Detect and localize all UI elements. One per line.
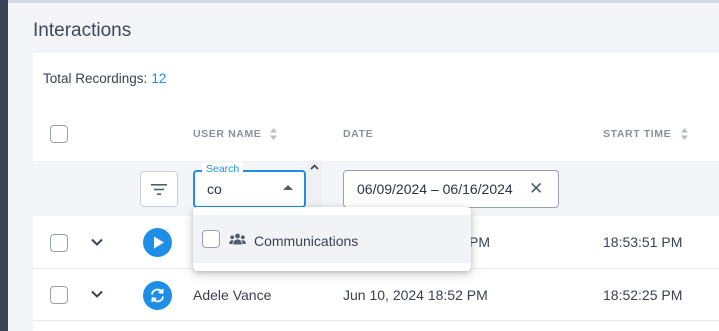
select-all-checkbox[interactable] [50,125,68,143]
play-button[interactable] [143,228,172,257]
total-recordings: Total Recordings: 12 [43,71,166,86]
left-rail [0,0,8,331]
chevron-down-icon[interactable] [90,237,104,247]
option-checkbox[interactable] [202,230,220,248]
total-recordings-label: Total Recordings: [43,71,148,86]
cell-date: Jun 10, 2024 18:52 PM [343,287,488,303]
column-header-date[interactable]: DATE [343,128,373,140]
cell-start-time: 18:53:51 PM [603,234,683,250]
play-icon [154,236,164,249]
top-border [8,0,719,3]
row-checkbox[interactable] [50,286,68,304]
cell-start-time: 18:52:25 PM [603,287,683,303]
sync-button[interactable] [143,281,172,310]
group-icon [229,233,246,245]
caret-up-icon[interactable] [283,185,293,190]
chevron-down-icon[interactable] [90,289,104,299]
total-recordings-count[interactable]: 12 [151,71,166,86]
row-divider [33,320,719,321]
column-header-user-name[interactable]: USER NAME [193,128,261,140]
scroll-up-arrow-icon[interactable] [310,164,319,170]
cell-user-name: Adele Vance [193,287,272,303]
cell-date: PM [469,234,490,250]
search-value[interactable]: co [207,181,222,197]
row-checkbox[interactable] [50,234,68,252]
sync-icon [151,288,164,303]
search-dropdown: Communications [193,207,471,271]
filter-button[interactable] [140,171,178,207]
date-range-value[interactable]: 06/09/2024 – 06/16/2024 [357,181,513,197]
sort-icon[interactable] [269,127,278,141]
column-header-start-time[interactable]: START TIME [603,128,671,140]
page-title: Interactions [33,20,132,41]
dropdown-option-label[interactable]: Communications [254,233,358,249]
clear-date-icon[interactable]: ✕ [529,179,543,199]
sort-icon[interactable] [680,127,689,141]
search-label: Search [202,163,244,175]
filter-icon [151,184,167,195]
